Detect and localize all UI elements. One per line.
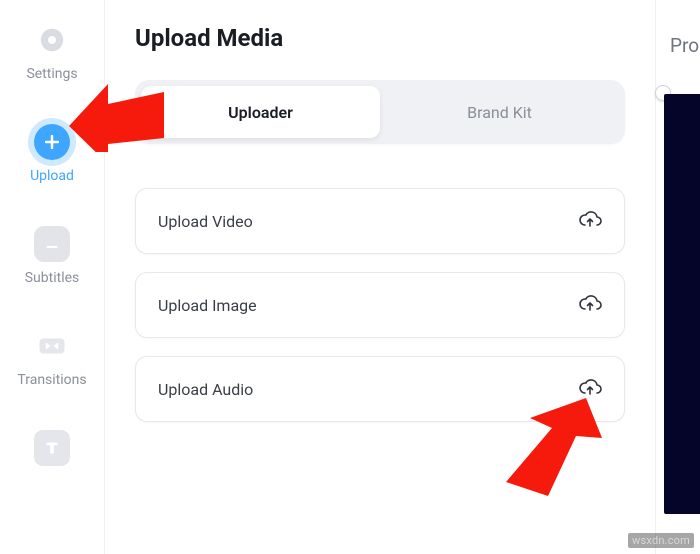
sidebar-item-label: Transitions xyxy=(17,372,86,388)
text-icon xyxy=(34,430,70,466)
plus-icon xyxy=(34,124,70,160)
upload-label: Upload Audio xyxy=(158,380,253,399)
upload-image-card[interactable]: Upload Image xyxy=(135,272,625,338)
sidebar-item-label: Settings xyxy=(26,66,77,82)
transitions-icon xyxy=(34,328,70,364)
upload-video-card[interactable]: Upload Video xyxy=(135,188,625,254)
upload-label: Upload Image xyxy=(158,296,257,315)
upload-label: Upload Video xyxy=(158,212,253,231)
gear-icon xyxy=(34,22,70,58)
right-panel-label: Pro xyxy=(670,34,699,57)
upload-options: Upload Video Upload Image xyxy=(135,188,625,422)
tab-switch: Uploader Brand Kit xyxy=(135,80,625,144)
sidebar-item-settings[interactable]: Settings xyxy=(26,22,77,82)
sidebar-item-upload[interactable]: Upload xyxy=(30,124,74,184)
sidebar-item-subtitles[interactable]: Subtitles xyxy=(25,226,80,286)
sidebar-item-label: Upload xyxy=(30,168,74,184)
tab-brandkit[interactable]: Brand Kit xyxy=(380,86,619,138)
upload-audio-card[interactable]: Upload Audio xyxy=(135,356,625,422)
right-panel: Pro xyxy=(655,0,700,554)
sidebar-item-label: Subtitles xyxy=(25,270,80,286)
preview-area xyxy=(664,94,700,514)
main-panel: Upload Media Uploader Brand Kit Upload V… xyxy=(104,0,655,554)
cloud-upload-icon xyxy=(578,291,602,319)
sidebar: Settings Upload Subtitles xyxy=(0,0,104,554)
watermark: wsxdn.com xyxy=(628,533,694,548)
sidebar-item-transitions[interactable]: Transitions xyxy=(17,328,86,388)
tab-uploader[interactable]: Uploader xyxy=(141,86,380,138)
cloud-upload-icon xyxy=(578,207,602,235)
sidebar-item-text[interactable] xyxy=(34,430,70,466)
cloud-upload-icon xyxy=(578,375,602,403)
subtitles-icon xyxy=(34,226,70,262)
page-title: Upload Media xyxy=(135,24,625,52)
